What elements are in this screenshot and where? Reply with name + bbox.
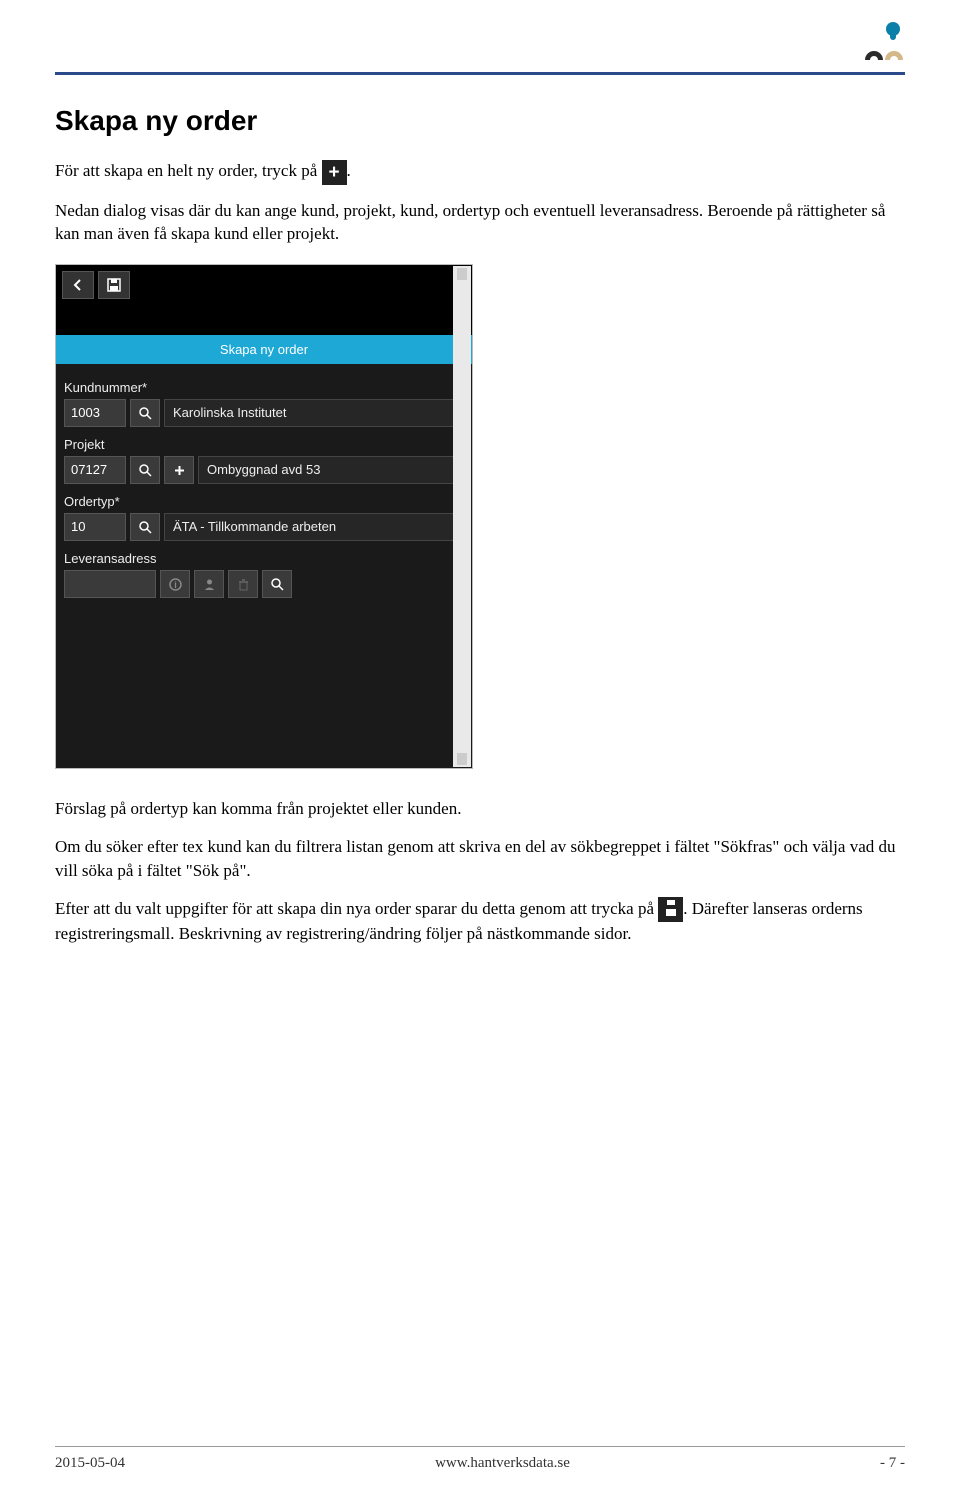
trash-icon[interactable]	[228, 570, 258, 598]
app-screenshot: Skapa ny order Kundnummer* 1003 Karolins…	[55, 264, 473, 769]
paragraph-suggestion: Förslag på ordertyp kan komma från proje…	[55, 797, 905, 821]
company-logo	[857, 20, 905, 64]
paragraph-search-help: Om du söker efter tex kund kan du filtre…	[55, 835, 905, 883]
para1-post: .	[347, 161, 351, 180]
footer-page: - 7 -	[880, 1455, 905, 1472]
projekt-label: Projekt	[64, 437, 464, 452]
paragraph-intro: För att skapa en helt ny order, tryck på…	[55, 159, 905, 185]
kundnummer-search-icon[interactable]	[130, 399, 160, 427]
page-header	[55, 20, 905, 64]
para1-pre: För att skapa en helt ny order, tryck på	[55, 161, 322, 180]
kundnummer-label: Kundnummer*	[64, 380, 464, 395]
footer-url: www.hantverksdata.se	[435, 1455, 570, 1472]
page-title: Skapa ny order	[55, 105, 905, 137]
app-toolbar	[56, 265, 472, 305]
ordertyp-display: ÄTA - Tillkommande arbeten	[164, 513, 464, 541]
projekt-add-icon[interactable]	[164, 456, 194, 484]
app-title: Skapa ny order	[56, 335, 472, 364]
paragraph-description: Nedan dialog visas där du kan ange kund,…	[55, 199, 905, 247]
ordertyp-label: Ordertyp*	[64, 494, 464, 509]
leveransadress-input[interactable]	[64, 570, 156, 598]
para5-pre: Efter att du valt uppgifter för att skap…	[55, 899, 658, 918]
person-icon[interactable]	[194, 570, 224, 598]
page-footer: 2015-05-04 www.hantverksdata.se - 7 -	[55, 1446, 905, 1472]
header-divider	[55, 72, 905, 75]
ordertyp-search-icon[interactable]	[130, 513, 160, 541]
save-icon	[658, 897, 683, 922]
footer-date: 2015-05-04	[55, 1455, 125, 1472]
ordertyp-input[interactable]: 10	[64, 513, 126, 541]
kundnummer-input[interactable]: 1003	[64, 399, 126, 427]
back-button[interactable]	[62, 271, 94, 299]
plus-icon: +	[322, 160, 347, 185]
save-button[interactable]	[98, 271, 130, 299]
info-icon[interactable]: i	[160, 570, 190, 598]
leveransadress-search-icon[interactable]	[262, 570, 292, 598]
svg-text:i: i	[174, 580, 177, 590]
projekt-search-icon[interactable]	[130, 456, 160, 484]
kundnummer-display: Karolinska Institutet	[164, 399, 464, 427]
projekt-input[interactable]: 07127	[64, 456, 126, 484]
paragraph-save: Efter att du valt uppgifter för att skap…	[55, 897, 905, 946]
leveransadress-label: Leveransadress	[64, 551, 464, 566]
projekt-display: Ombyggnad avd 53	[198, 456, 464, 484]
scrollbar[interactable]	[453, 266, 471, 767]
